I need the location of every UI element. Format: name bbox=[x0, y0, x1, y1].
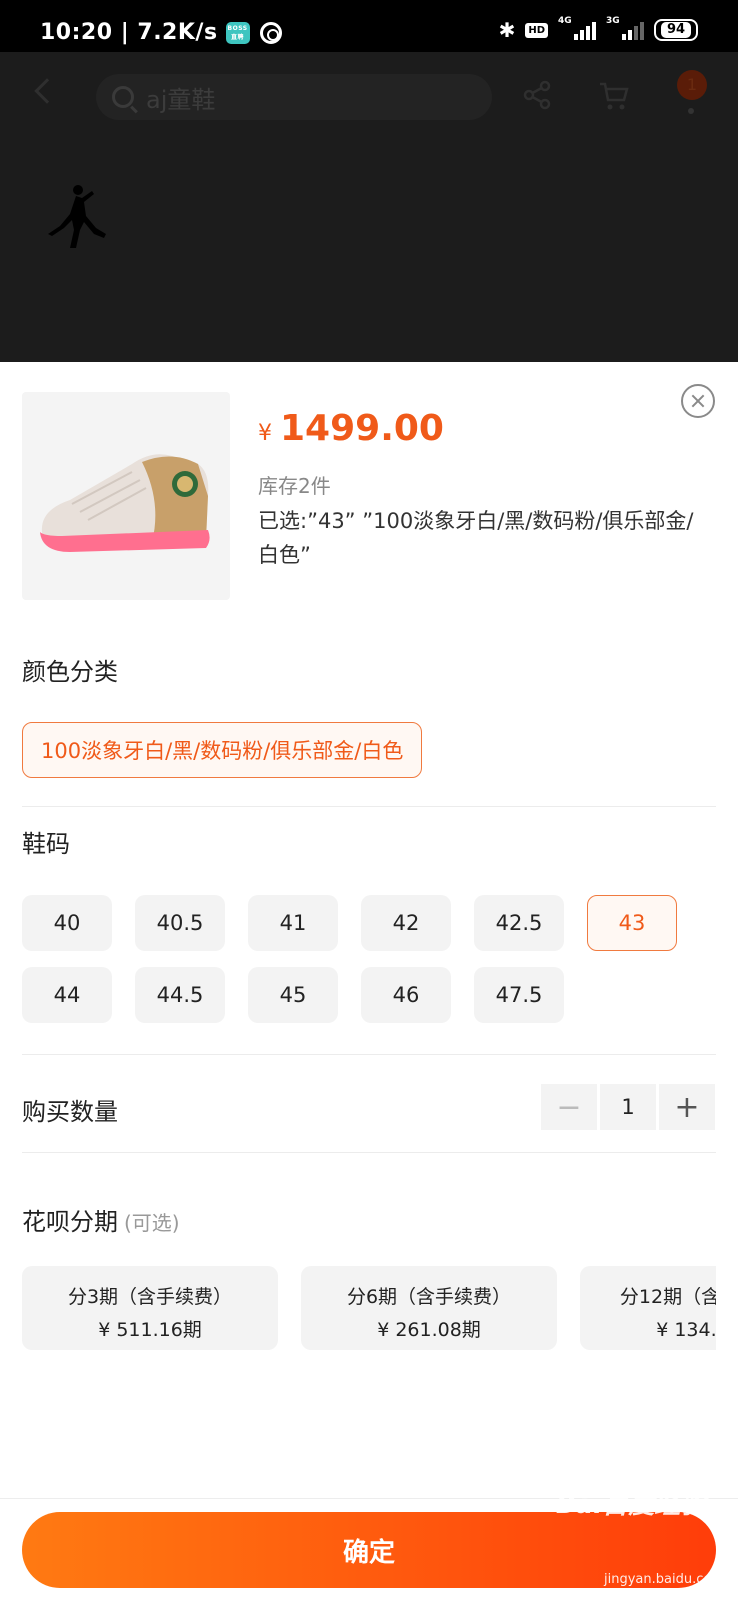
status-right: ✱ HD 4G 3G 94 bbox=[498, 16, 698, 42]
boss-app-icon: BOSS直聘 bbox=[225, 21, 250, 44]
more-dot[interactable] bbox=[688, 108, 694, 114]
back-arrow-icon[interactable] bbox=[34, 78, 60, 104]
net-label-4g: 4G bbox=[558, 16, 572, 26]
plan-label: 分3期（含手续费） bbox=[67, 1286, 233, 1308]
hd-icon: HD bbox=[525, 22, 548, 38]
cart-icon[interactable] bbox=[598, 80, 630, 112]
plan-label: 分12期（含手续费） bbox=[619, 1286, 716, 1308]
status-left: 10:20 | 7.2K/s BOSS直聘 bbox=[40, 20, 282, 45]
cart-count-badge: 1 bbox=[677, 70, 707, 100]
netease-music-icon bbox=[259, 21, 282, 44]
plan-amount: ¥ 511.16期 bbox=[98, 1319, 202, 1341]
share-icon[interactable] bbox=[522, 80, 552, 110]
search-icon bbox=[112, 86, 134, 108]
signal-3g-icon: 3G bbox=[606, 16, 644, 40]
search-bar[interactable]: aj童鞋 bbox=[96, 74, 492, 120]
plan-label: 分6期（含手续费） bbox=[346, 1286, 512, 1308]
battery-icon: 94 bbox=[654, 19, 698, 41]
search-text: aj童鞋 bbox=[146, 85, 216, 114]
huabei-plan-12[interactable]: 分12期（含手续费） ¥ 134.27期 bbox=[580, 1266, 716, 1350]
jordan-logo-icon bbox=[48, 185, 106, 248]
plan-amount: ¥ 134.27期 bbox=[656, 1319, 716, 1341]
signal-4g-icon: 4G bbox=[558, 16, 596, 40]
huabei-plan-list: 分3期（含手续费） ¥ 511.16期 分6期（含手续费） ¥ 261.08期 … bbox=[0, 362, 716, 1600]
baidu-jingyan-watermark: Bai百度经验 bbox=[556, 1490, 707, 1520]
net-label-3g: 3G bbox=[606, 16, 620, 26]
bluetooth-icon: ✱ bbox=[498, 18, 516, 42]
battery-level: 94 bbox=[660, 22, 692, 38]
huabei-plan-6[interactable]: 分6期（含手续费） ¥ 261.08期 bbox=[301, 1266, 557, 1350]
status-bar: 10:20 | 7.2K/s BOSS直聘 ✱ HD 4G 3G 94 bbox=[0, 0, 738, 52]
sku-selection-sheet: ¥ 1499.00 库存2件 已选:”43” ”100淡象牙白/黑/数码粉/俱乐… bbox=[0, 362, 738, 1600]
status-time-speed: 10:20 | 7.2K/s bbox=[40, 20, 218, 45]
dimmed-product-page[interactable]: aj童鞋 1 bbox=[0, 52, 738, 362]
huabei-plan-3[interactable]: 分3期（含手续费） ¥ 511.16期 bbox=[22, 1266, 278, 1350]
plan-amount: ¥ 261.08期 bbox=[377, 1319, 481, 1341]
watermark-url: jingyan.baidu.com bbox=[604, 1572, 724, 1587]
